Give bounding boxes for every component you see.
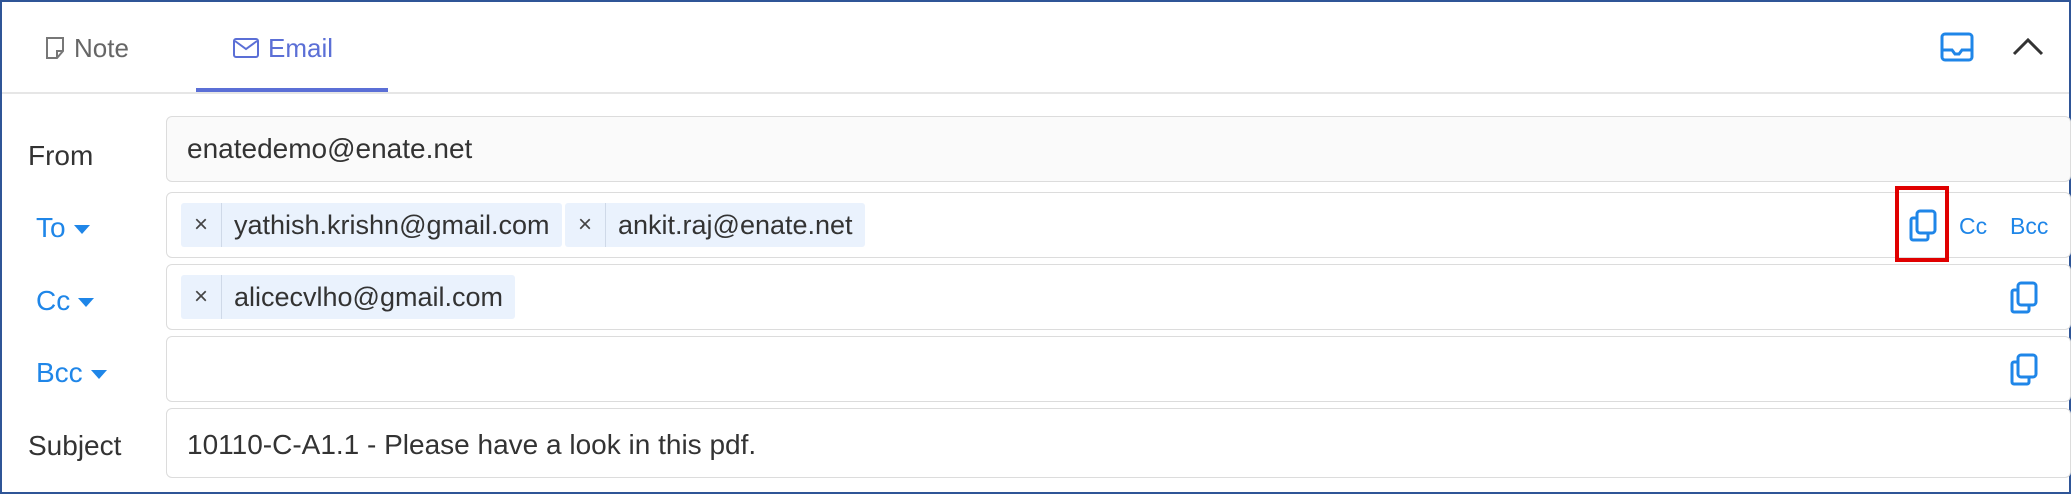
- chevron-up-icon[interactable]: [2010, 32, 2046, 60]
- recipient-address: yathish.krishn@gmail.com: [234, 209, 550, 240]
- remove-recipient-button[interactable]: ×: [565, 203, 606, 247]
- active-tab-indicator: [196, 88, 388, 92]
- bcc-field[interactable]: [166, 336, 2071, 402]
- copy-icon[interactable]: [2009, 353, 2039, 387]
- copy-icon[interactable]: [2009, 281, 2039, 315]
- remove-recipient-button[interactable]: ×: [181, 275, 222, 319]
- recipient-address: alicecvlho@gmail.com: [234, 281, 503, 312]
- add-bcc-button[interactable]: Bcc: [2010, 213, 2048, 240]
- tab-email[interactable]: Email: [232, 28, 333, 68]
- from-value: enatedemo@enate.net: [187, 133, 473, 164]
- tab-note[interactable]: Note: [44, 28, 129, 68]
- cc-field[interactable]: × alicecvlho@gmail.com: [166, 264, 2071, 330]
- bcc-label: Bcc: [36, 357, 83, 388]
- to-label: To: [36, 212, 66, 243]
- bcc-dropdown[interactable]: Bcc: [36, 357, 107, 389]
- cc-dropdown[interactable]: Cc: [36, 285, 95, 317]
- subject-label: Subject: [28, 430, 122, 461]
- note-icon: [46, 37, 64, 59]
- cc-label: Cc: [36, 285, 71, 316]
- recipient-chip: × ankit.raj@enate.net: [565, 203, 865, 247]
- recipient-address: ankit.raj@enate.net: [618, 209, 853, 240]
- subject-field[interactable]: 10110-C-A1.1 - Please have a look in thi…: [166, 408, 2071, 478]
- subject-value: 10110-C-A1.1 - Please have a look in thi…: [187, 429, 757, 460]
- to-field[interactable]: × yathish.krishn@gmail.com × ankit.raj@e…: [166, 192, 2071, 258]
- remove-recipient-button[interactable]: ×: [181, 203, 222, 247]
- composer-tab-bar: Note Email: [2, 2, 2069, 94]
- recipient-chip: × yathish.krishn@gmail.com: [181, 203, 562, 247]
- from-field[interactable]: enatedemo@enate.net: [166, 116, 2071, 182]
- to-dropdown[interactable]: To: [36, 212, 90, 244]
- envelope-icon: [233, 38, 259, 58]
- recipient-chip: × alicecvlho@gmail.com: [181, 275, 515, 319]
- from-label: From: [28, 140, 94, 171]
- add-cc-button[interactable]: Cc: [1959, 213, 1987, 240]
- tab-email-label: Email: [268, 32, 334, 63]
- tab-note-label: Note: [74, 32, 129, 63]
- caret-down-icon: [90, 370, 107, 380]
- caret-down-icon: [73, 225, 90, 235]
- email-composer: Note Email From enatedemo@enate.net To ×…: [0, 0, 2071, 494]
- caret-down-icon: [78, 298, 95, 308]
- mail-icon[interactable]: [1940, 32, 1974, 62]
- highlight-box: [1895, 186, 1949, 262]
